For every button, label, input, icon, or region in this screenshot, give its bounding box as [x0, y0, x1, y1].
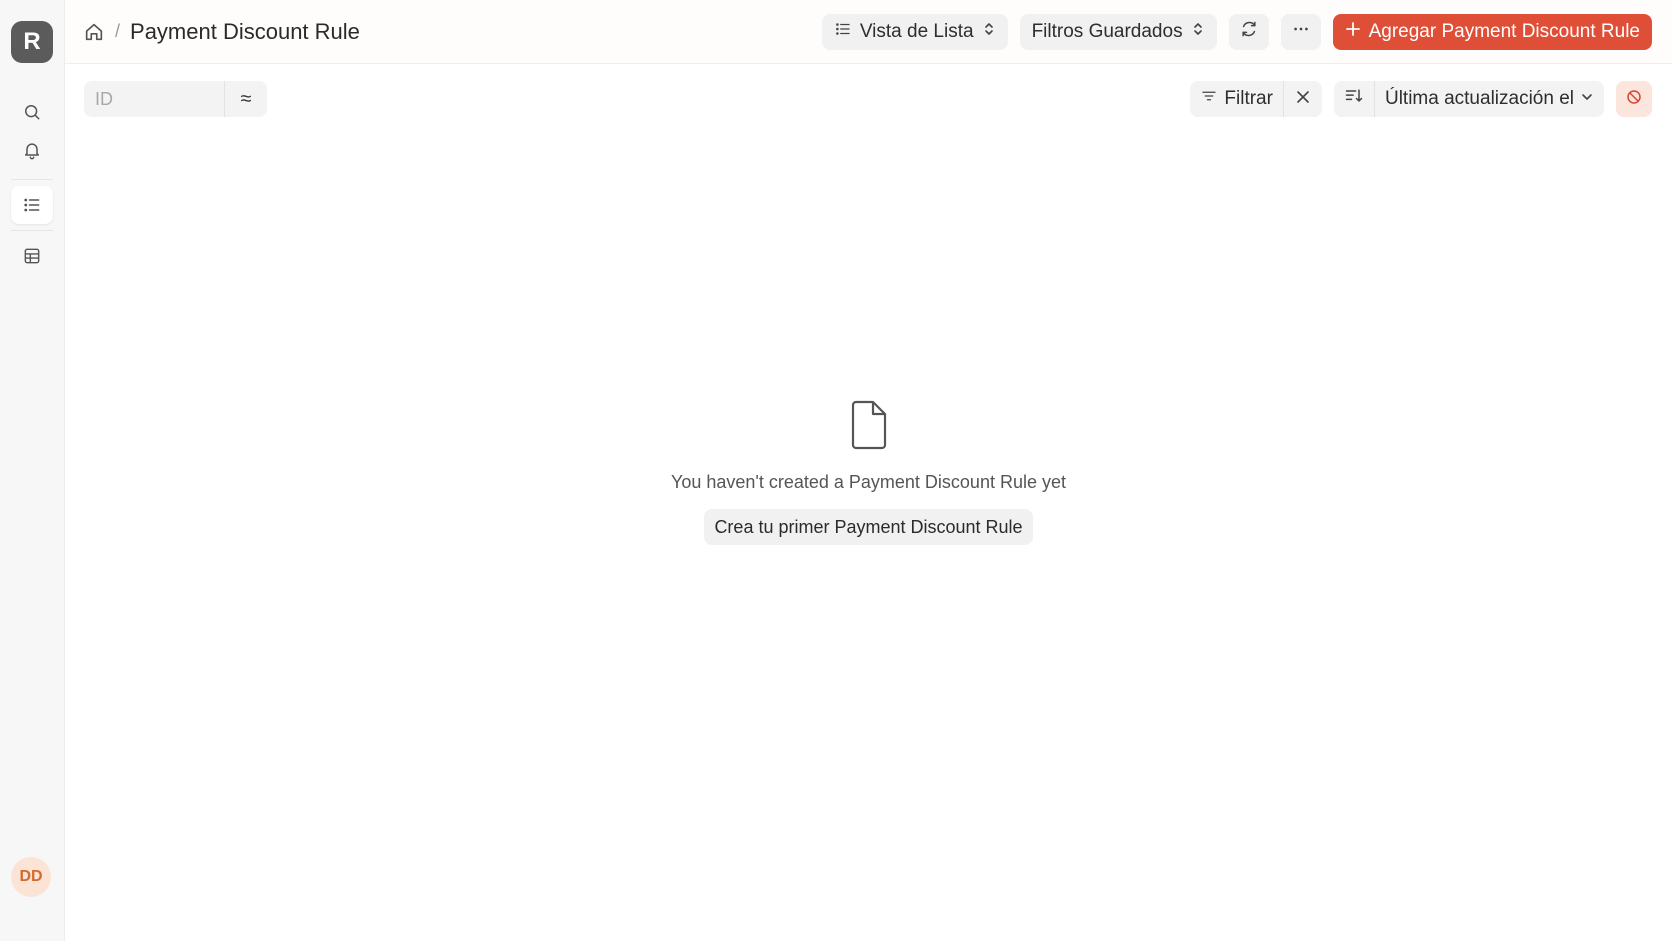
filter-group: Filtrar — [1190, 81, 1322, 117]
add-record-label: Agregar Payment Discount Rule — [1368, 20, 1640, 42]
chevron-down-icon — [1580, 88, 1594, 110]
create-first-record-button[interactable]: Crea tu primer Payment Discount Rule — [704, 509, 1033, 545]
saved-filters-label: Filtros Guardados — [1031, 20, 1183, 42]
sort-group: Última actualización el — [1333, 81, 1604, 117]
app-shell: R DD / Payment Discount Rule Vista de Li… — [0, 0, 1672, 941]
list-icon — [834, 20, 852, 44]
toolbar-right: Filtrar Última actualización el — [1190, 81, 1652, 117]
sort-direction-button[interactable] — [1334, 81, 1374, 117]
page-header: / Payment Discount Rule Vista de Lista F… — [65, 0, 1672, 64]
id-filter-input[interactable] — [84, 81, 225, 117]
id-filter: ≈ — [84, 81, 267, 117]
page-title: Payment Discount Rule — [130, 18, 360, 44]
main-content: / Payment Discount Rule Vista de Lista F… — [65, 0, 1672, 941]
block-button[interactable] — [1616, 81, 1652, 117]
avatar[interactable]: DD — [11, 857, 51, 897]
breadcrumb: / Payment Discount Rule — [83, 19, 360, 45]
bell-icon[interactable] — [11, 131, 53, 169]
chevron-updown-icon — [1191, 21, 1205, 43]
more-options-button[interactable] — [1280, 13, 1321, 50]
view-switcher-button[interactable]: Vista de Lista — [821, 13, 1008, 50]
plus-icon — [1345, 21, 1361, 43]
sort-field-label: Última actualización el — [1384, 88, 1574, 109]
saved-filters-button[interactable]: Filtros Guardados — [1019, 13, 1217, 50]
sort-field-select[interactable]: Última actualización el — [1373, 81, 1604, 117]
refresh-icon — [1239, 19, 1259, 45]
home-icon[interactable] — [83, 21, 105, 43]
list-view-icon[interactable] — [11, 186, 53, 224]
match-operator-button[interactable]: ≈ — [225, 81, 267, 117]
search-icon[interactable] — [11, 93, 53, 131]
sidebar: R DD — [0, 0, 65, 941]
table-icon[interactable] — [11, 237, 53, 275]
list-toolbar: ≈ Filtrar — [65, 64, 1672, 132]
sort-icon — [1344, 86, 1364, 112]
header-actions: Vista de Lista Filtros Guardados Agregar… — [821, 13, 1652, 50]
empty-state: You haven't created a Payment Discount R… — [65, 400, 1672, 545]
add-record-button[interactable]: Agregar Payment Discount Rule — [1332, 13, 1652, 50]
app-logo[interactable]: R — [11, 21, 53, 63]
block-icon — [1625, 88, 1643, 111]
filter-label: Filtrar — [1224, 88, 1273, 109]
filter-icon — [1200, 87, 1218, 111]
clear-filter-button[interactable] — [1282, 81, 1322, 117]
view-switcher-label: Vista de Lista — [859, 20, 974, 42]
document-icon — [847, 400, 891, 450]
filter-button[interactable]: Filtrar — [1190, 81, 1283, 117]
breadcrumb-separator: / — [115, 21, 121, 41]
sidebar-divider — [11, 179, 53, 180]
refresh-button[interactable] — [1228, 13, 1269, 50]
chevron-updown-icon — [982, 21, 996, 43]
more-icon — [1291, 19, 1311, 45]
close-icon — [1296, 88, 1310, 110]
empty-state-message: You haven't created a Payment Discount R… — [670, 472, 1066, 492]
sidebar-divider — [11, 230, 53, 231]
